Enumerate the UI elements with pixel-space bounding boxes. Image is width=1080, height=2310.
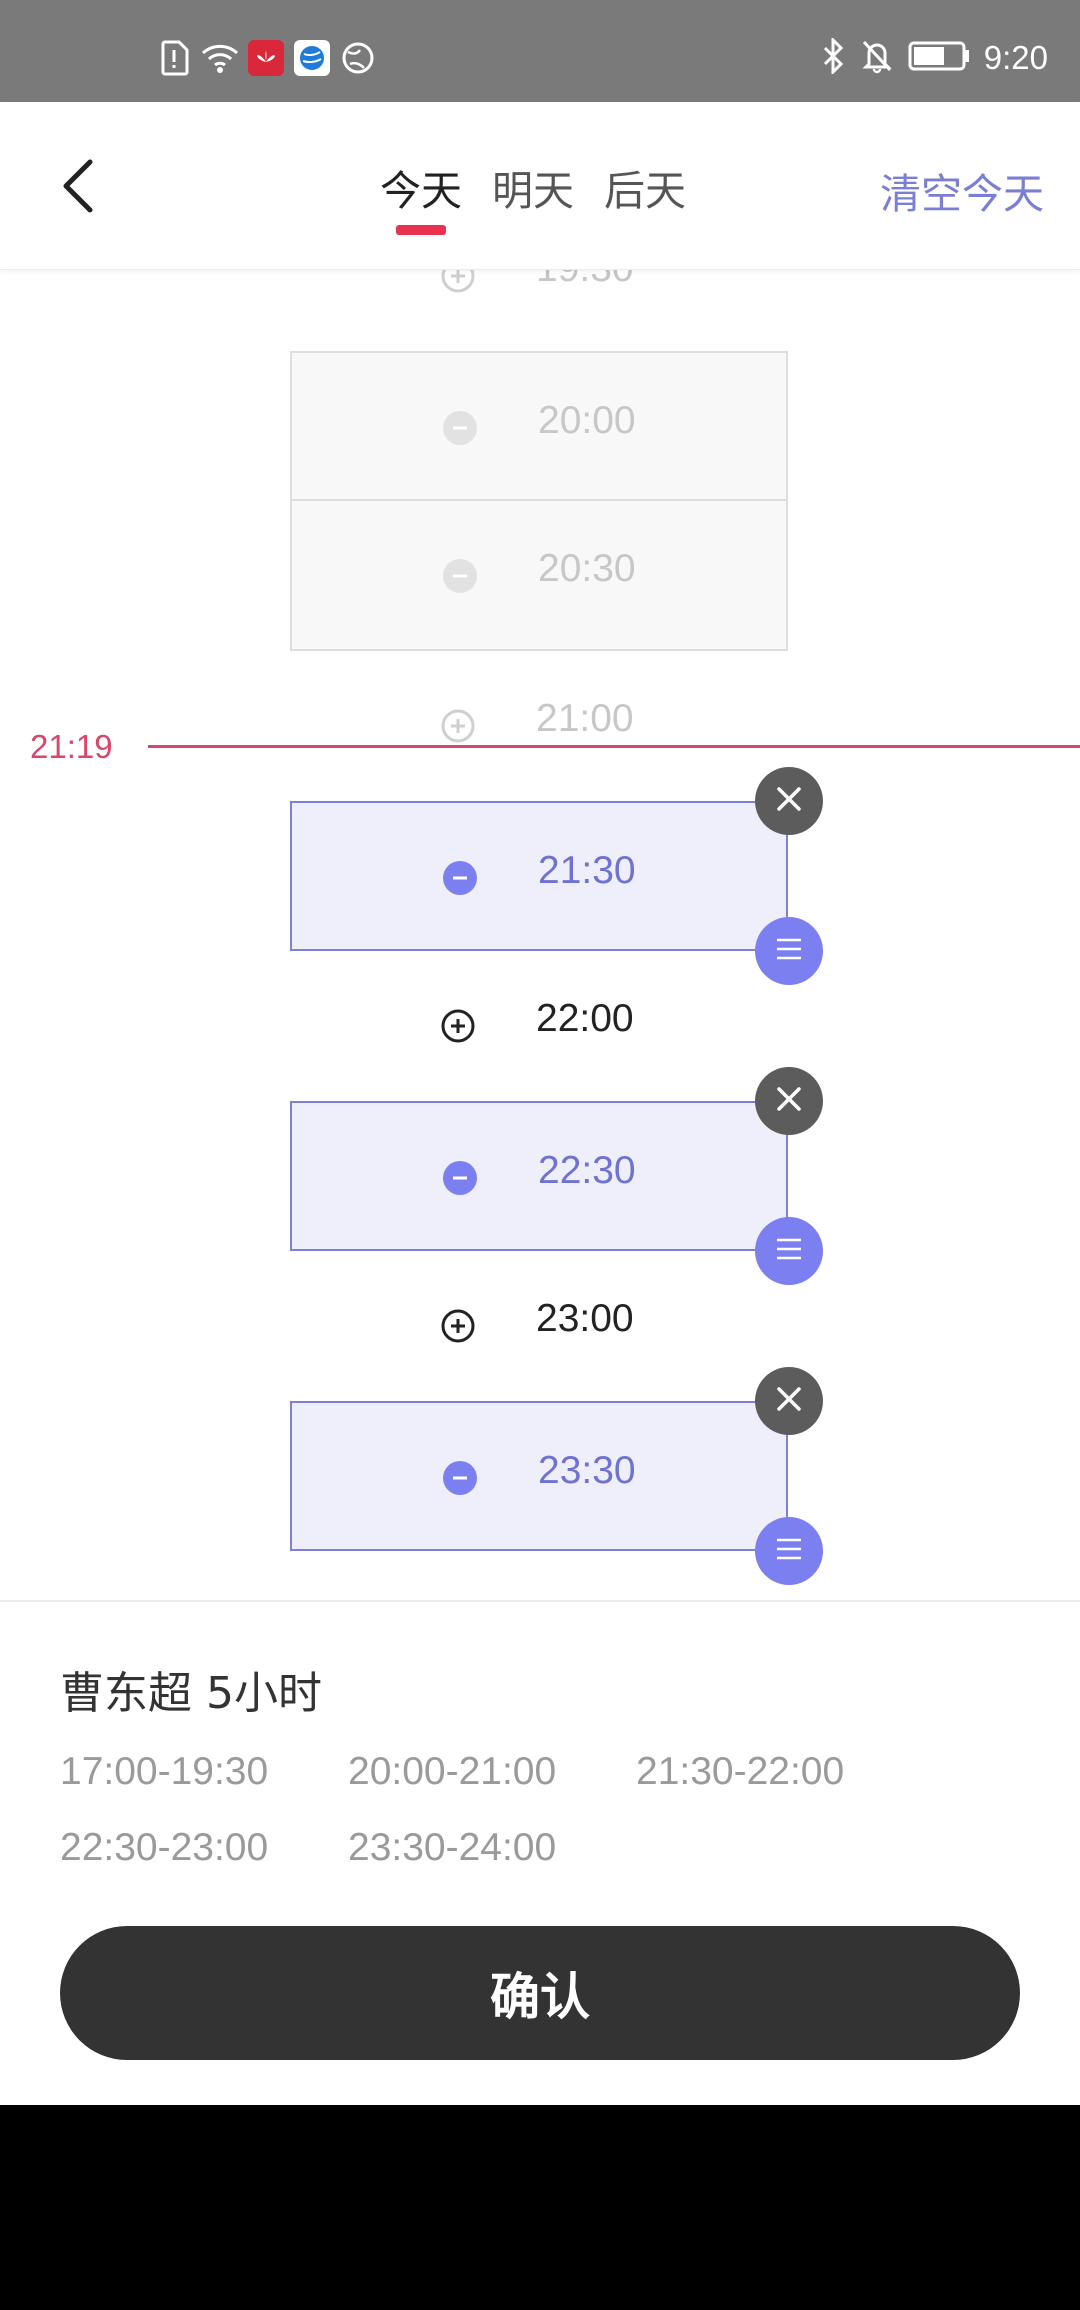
minus-circle-icon [442, 860, 478, 896]
time-slot-2130[interactable]: 21:30 [290, 801, 788, 951]
range-item: 21:30-22:00 [636, 1750, 845, 1793]
battery-icon [908, 41, 970, 75]
minus-circle-icon [442, 410, 478, 446]
status-time: 9:20 [983, 39, 1048, 76]
plus-circle-icon [440, 1008, 476, 1044]
range-item: 22:30-23:00 [60, 1826, 269, 1869]
slot-time: 20:00 [538, 399, 636, 442]
slot-time: 22:00 [536, 997, 634, 1040]
time-slot-2300[interactable]: 23:00 [290, 1251, 788, 1401]
selected-ranges: 17:00-19:30 20:00-21:00 21:30-22:00 22:3… [60, 1750, 1020, 1870]
back-button[interactable] [52, 154, 108, 218]
tab-day-after-label: 后天 [604, 167, 686, 215]
time-slot-2030: 20:30 [290, 501, 788, 651]
slot-time: 23:30 [538, 1449, 636, 1492]
menu-icon [774, 1534, 804, 1568]
status-right-icons: 9:20 [822, 36, 1048, 80]
huawei-app-icon [247, 39, 285, 77]
time-slot-2200[interactable]: 22:00 [290, 951, 788, 1101]
header: 今天 明天 后天 清空今天 [0, 102, 1080, 270]
current-time-label: 21:19 [30, 728, 113, 765]
range-item: 17:00-19:30 [60, 1750, 269, 1793]
time-slot-2230[interactable]: 22:30 [290, 1101, 788, 1251]
minus-circle-icon [442, 558, 478, 594]
tab-today[interactable]: 今天 [380, 157, 462, 235]
slot-time: 21:30 [538, 849, 636, 892]
minus-circle-icon [442, 1160, 478, 1196]
close-icon [774, 784, 804, 818]
tab-tomorrow-label: 明天 [492, 167, 574, 215]
chevron-left-icon [52, 159, 108, 222]
tab-day-after-tomorrow[interactable]: 后天 [604, 157, 686, 215]
current-time-line [148, 745, 1080, 748]
slot-time: 22:30 [538, 1149, 636, 1192]
remove-slot-button[interactable] [755, 1367, 823, 1435]
time-slot-2330[interactable]: 23:30 [290, 1401, 788, 1551]
system-nav-area [0, 2105, 1080, 2310]
tab-tomorrow[interactable]: 明天 [492, 157, 574, 215]
slot-time: 23:00 [536, 1297, 634, 1340]
remove-slot-button[interactable] [755, 1067, 823, 1135]
time-slot-2100: 21:00 [290, 651, 788, 801]
slot-time: 19:30 [536, 270, 634, 291]
confirm-button[interactable]: 确认 [60, 1926, 1020, 2060]
slot-time: 20:30 [538, 547, 636, 590]
plus-circle-icon [440, 1308, 476, 1344]
tab-today-label: 今天 [380, 167, 462, 215]
globe-outline-icon [339, 39, 377, 77]
status-left-icons [155, 38, 377, 78]
globe-app-icon [293, 39, 331, 77]
close-icon [774, 1084, 804, 1118]
time-slot-1930[interactable]: 19:30 [290, 270, 788, 351]
time-slot-2000: 20:00 [290, 351, 788, 501]
screen: 9:20 今天 明天 后天 清空今天 20:00 20:30 21:00 21:… [0, 0, 1080, 2310]
range-item: 23:30-24:00 [348, 1826, 557, 1869]
status-bar: 9:20 [0, 0, 1080, 102]
active-tab-indicator [396, 225, 446, 235]
schedule-list: 19:30 20:00 20:30 21:00 21:19 [0, 270, 1080, 1600]
wifi-icon [201, 39, 239, 77]
plus-circle-icon [440, 270, 476, 294]
slot-time: 21:00 [536, 697, 634, 740]
day-tabs: 今天 明天 后天 [380, 157, 686, 235]
booking-summary-panel: 曹东超 5小时 17:00-19:30 20:00-21:00 21:30-22… [0, 1600, 1080, 2105]
sim-alert-icon [155, 39, 193, 77]
bluetooth-icon [822, 36, 846, 78]
summary-text: 曹东超 5小时 [60, 1668, 322, 1719]
close-icon [774, 1384, 804, 1418]
plus-circle-icon [440, 708, 476, 744]
drag-handle-button[interactable] [755, 1517, 823, 1585]
range-item: 20:00-21:00 [348, 1750, 557, 1793]
remove-slot-button[interactable] [755, 767, 823, 835]
bell-muted-icon [860, 38, 894, 78]
minus-circle-icon [442, 1460, 478, 1496]
clear-today-button[interactable]: 清空今天 [880, 160, 1044, 220]
